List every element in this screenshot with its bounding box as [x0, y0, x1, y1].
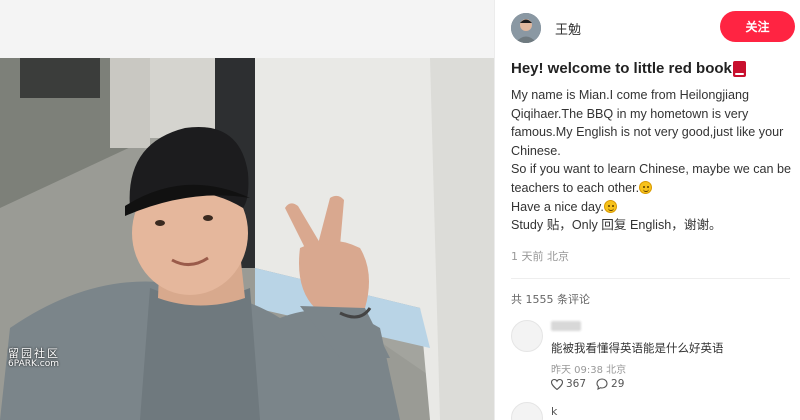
post-paragraph: So if you want to learn Chinese, maybe w… [511, 160, 793, 197]
avatar-image [511, 13, 541, 43]
reply-button[interactable]: 29 [596, 378, 624, 390]
post-paragraph: Study 贴，Only 回复 English，谢谢。 [511, 218, 722, 233]
comment-item: k [511, 402, 796, 420]
post-paragraph: My name is Mian.I come from Heilongjiang… [511, 88, 784, 158]
watermark-site: 6PARK.com [8, 359, 59, 369]
comment-bubble-icon [596, 378, 608, 390]
heart-icon [551, 378, 563, 390]
follow-button[interactable]: 关注 [720, 11, 795, 42]
comments-count: 共 1555 条评论 [511, 293, 590, 306]
like-count: 367 [566, 378, 587, 390]
section-divider [511, 278, 790, 279]
selfie-photo-illustration [0, 58, 494, 420]
comment-item: 能被我看懂得英语能是什么好英语 昨天 09:38 北京 367 29 [511, 318, 796, 398]
red-book-icon [732, 60, 746, 77]
commenter-name[interactable]: k [551, 405, 557, 418]
post-photo[interactable] [0, 58, 494, 420]
commenter-avatar[interactable] [511, 402, 543, 420]
post-media: 留园社区 6PARK.com [0, 0, 494, 420]
post-date-location: 1 天前 北京 [511, 250, 569, 263]
comment-time: 昨天 09:38 北京 [551, 365, 627, 376]
watermark: 留园社区 6PARK.com [8, 348, 60, 370]
post-paragraph-text: Have a nice day. [511, 199, 604, 214]
post-paragraph: Have a nice day. [511, 198, 793, 217]
post-title: Hey! welcome to little red book [511, 60, 796, 77]
author-name[interactable]: 王勉 [555, 19, 581, 38]
author-info[interactable]: 王勉 [511, 12, 581, 44]
comment-text: 能被我看懂得英语能是什么好英语 [551, 341, 724, 355]
reply-count: 29 [611, 378, 625, 390]
like-button[interactable]: 367 [551, 378, 586, 390]
author-avatar[interactable] [511, 13, 541, 43]
post-detail-panel: 王勉 关注 Hey! welcome to little red book My… [495, 0, 800, 420]
smiley-emoji-icon [603, 199, 617, 213]
post-body: My name is Mian.I come from Heilongjiang… [511, 86, 793, 235]
comment-actions: 367 29 [551, 378, 624, 390]
commenter-name[interactable] [551, 321, 581, 331]
post-title-text: Hey! welcome to little red book [511, 60, 732, 77]
watermark-title: 留园社区 [8, 347, 60, 360]
commenter-avatar[interactable] [511, 320, 543, 352]
smiley-emoji-icon [639, 180, 653, 194]
